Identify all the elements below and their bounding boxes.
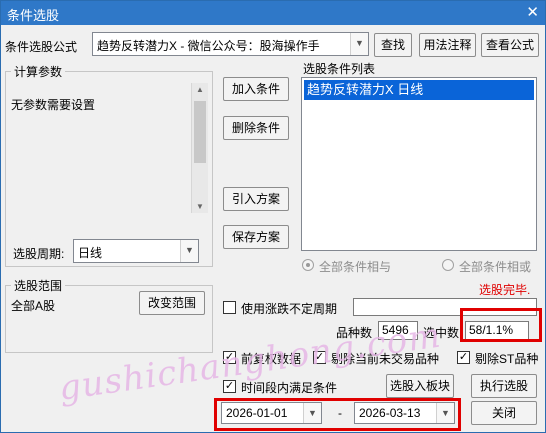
- chevron-down-icon[interactable]: ▼: [350, 33, 368, 55]
- forward-adjust-label: 前复权数据: [241, 352, 302, 366]
- period-label: 选股周期:: [13, 247, 65, 261]
- list-item[interactable]: 趋势反转潜力X 日线: [304, 80, 534, 100]
- varieties-value: 5496: [378, 321, 418, 340]
- radio-all-or[interactable]: [442, 259, 454, 271]
- formula-value: 趋势反转潜力X - 微信公众号：股海操作手: [97, 39, 320, 53]
- find-button[interactable]: 查找: [374, 33, 412, 57]
- window-title: 条件选股: [7, 8, 60, 23]
- check-icon[interactable]: ✓: [313, 351, 326, 364]
- params-message: 无参数需要设置: [11, 98, 96, 112]
- condition-list-title: 选股条件列表: [303, 62, 376, 76]
- varieties-label: 品种数: [336, 326, 373, 340]
- variable-period-checkbox[interactable]: [223, 301, 236, 314]
- add-condition-button[interactable]: 加入条件: [223, 77, 289, 101]
- selected-label: 选中数: [423, 326, 460, 340]
- dates-highlight-box: [214, 398, 461, 431]
- range-value: 全部A股: [11, 299, 56, 313]
- view-formula-button[interactable]: 查看公式: [481, 33, 539, 57]
- chevron-down-icon[interactable]: ▼: [180, 240, 198, 262]
- check-icon[interactable]: ✓: [223, 380, 236, 393]
- time-range-label: 时间段内满足条件: [241, 381, 338, 395]
- variable-period-label: 使用涨跌不定周期: [241, 302, 338, 316]
- selected-highlight-box: [460, 308, 542, 342]
- check-icon[interactable]: ✓: [223, 351, 236, 364]
- scroll-thumb[interactable]: [194, 101, 206, 163]
- formula-label: 条件选股公式: [5, 40, 78, 54]
- exclude-untraded-label: 剔除当前未交易品种: [331, 352, 440, 366]
- stock-screener-window: 条件选股 ✕ 条件选股公式 趋势反转潜力X - 微信公众号：股海操作手 ▼ 查找…: [0, 0, 546, 433]
- delete-condition-button[interactable]: 删除条件: [223, 116, 289, 140]
- title-bar: 条件选股 ✕: [1, 1, 545, 25]
- radio-all-and-label: 全部条件相与: [319, 260, 392, 274]
- radio-all-or-label: 全部条件相或: [459, 260, 532, 274]
- params-group-title: 计算参数: [11, 63, 66, 80]
- period-value: 日线: [78, 246, 103, 260]
- usage-notes-button[interactable]: 用法注释: [419, 33, 476, 57]
- check-icon[interactable]: ✓: [457, 351, 470, 364]
- close-button[interactable]: 关闭: [471, 401, 537, 425]
- execute-button[interactable]: 执行选股: [471, 374, 537, 398]
- chevron-up-icon[interactable]: ▲: [192, 85, 208, 94]
- condition-list[interactable]: 趋势反转潜力X 日线: [301, 77, 537, 251]
- change-range-button[interactable]: 改变范围: [139, 291, 205, 315]
- import-scheme-button[interactable]: 引入方案: [223, 187, 289, 211]
- close-icon[interactable]: ✕: [526, 3, 539, 21]
- chevron-down-icon[interactable]: ▼: [192, 202, 208, 211]
- exclude-st-label: 剔除ST品种: [475, 352, 539, 366]
- params-scrollbar[interactable]: ▲ ▼: [191, 83, 208, 213]
- save-scheme-button[interactable]: 保存方案: [223, 225, 289, 249]
- period-select[interactable]: 日线 ▼: [73, 239, 199, 263]
- range-group-title: 选股范围: [11, 277, 66, 294]
- radio-all-and[interactable]: [302, 259, 314, 271]
- status-text: 选股完毕.: [479, 283, 531, 297]
- formula-select[interactable]: 趋势反转潜力X - 微信公众号：股海操作手 ▼: [92, 32, 369, 56]
- add-to-board-button[interactable]: 选股入板块: [386, 374, 454, 398]
